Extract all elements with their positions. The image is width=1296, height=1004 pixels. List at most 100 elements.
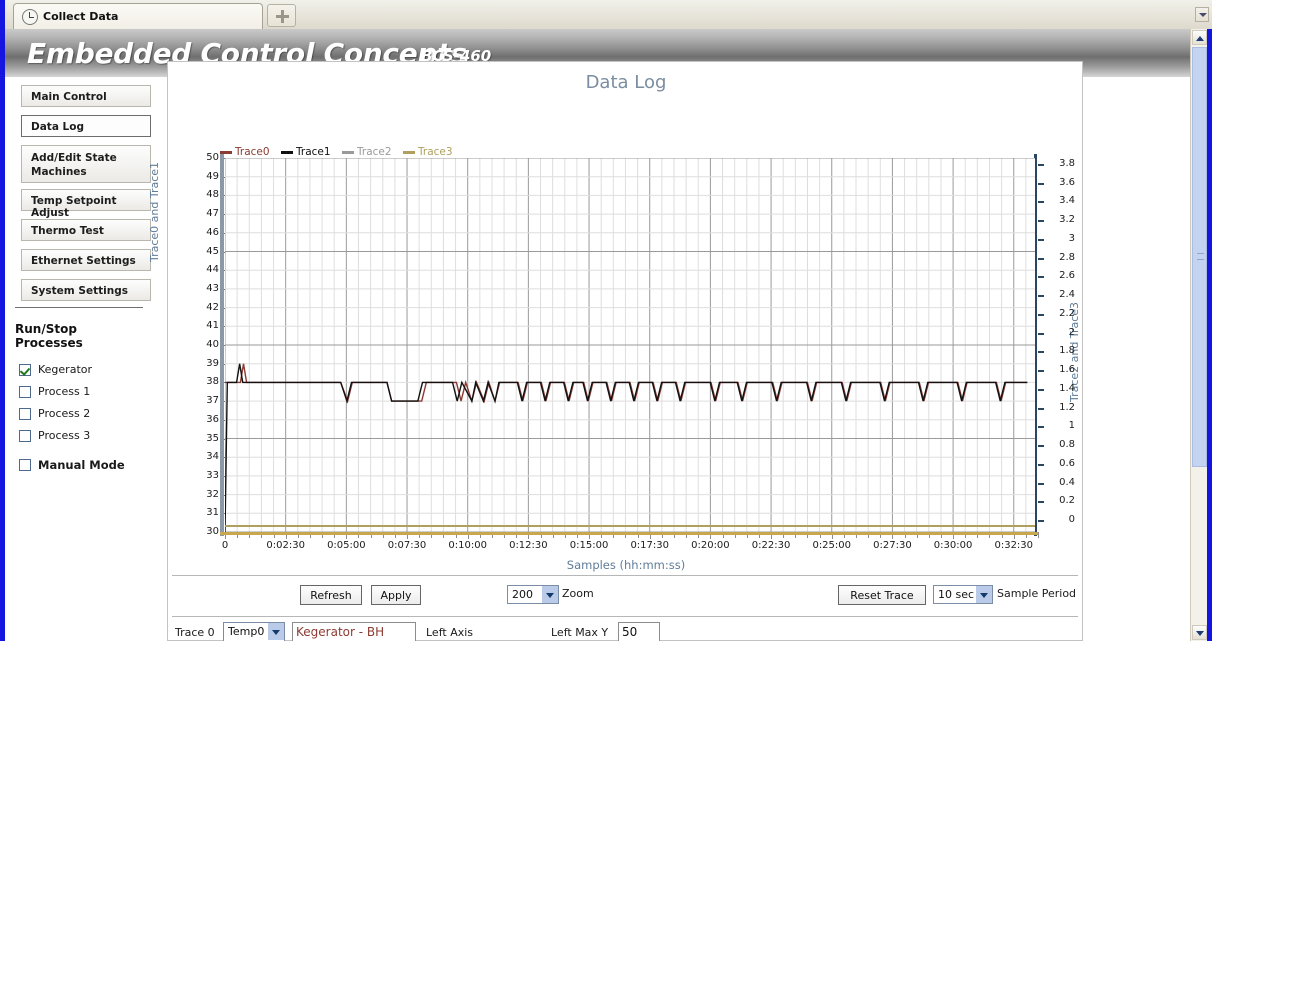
sidebar-item-label: Temp Setpoint Adjust (31, 195, 117, 219)
chevron-up-icon (1196, 36, 1204, 41)
chevron-down-icon[interactable] (976, 586, 992, 603)
sample-period-select[interactable]: 10 sec (933, 585, 993, 604)
sidebar-item-label: System Settings (31, 285, 128, 297)
checkbox-process-3[interactable] (19, 430, 31, 442)
checkbox-label: Process 3 (38, 429, 91, 442)
sidebar-item-temp-setpoint-adjust[interactable]: Temp Setpoint Adjust (21, 189, 151, 219)
left-axis-tick-label: 42 (206, 301, 219, 313)
checkbox-label: Process 2 (38, 407, 91, 420)
x-axis-tick-label: 0:32:30 (994, 540, 1034, 551)
tab-collect-data[interactable]: Collect Data (13, 3, 263, 29)
right-axis-tick (1038, 445, 1044, 448)
x-axis-tick-label: 0:27:30 (873, 540, 912, 551)
refresh-button[interactable]: Refresh (300, 585, 362, 605)
x-axis-tick-label: 0:07:30 (387, 540, 427, 551)
right-axis-tick (1038, 520, 1044, 522)
trace-0-name-input[interactable]: Kegerator - BH (292, 622, 416, 641)
x-axis-title: Samples (hh:mm:ss) (566, 558, 686, 572)
scroll-down-button[interactable] (1192, 625, 1207, 640)
left-axis-title: Trace0 and Trace1 (148, 161, 161, 262)
sample-period-value: 10 sec (938, 588, 975, 601)
legend-label: Trace3 (418, 146, 453, 158)
legend-item-trace1: Trace1 (281, 146, 331, 158)
sidebar-item-add-edit-state-machines[interactable]: Add/Edit State Machines (21, 145, 151, 183)
tab-title: Collect Data (43, 10, 119, 23)
trace-0-source-select[interactable]: Temp0 (223, 622, 285, 641)
legend-item-trace3: Trace3 (403, 146, 453, 158)
right-axis-tick (1038, 388, 1044, 391)
scrollbar-thumb[interactable] (1192, 47, 1207, 467)
zoom-select[interactable]: 200 (507, 585, 559, 604)
right-axis-tick (1038, 164, 1044, 166)
grip-icon (1197, 253, 1204, 260)
right-axis-tick (1038, 276, 1044, 279)
apply-button[interactable]: Apply (371, 585, 421, 605)
left-axis-tick-label: 38 (206, 376, 219, 388)
checkbox-label: Manual Mode (38, 458, 125, 472)
trace-0-axis-label: Left Axis (426, 626, 474, 639)
right-axis-tick-label: 2.4 (1059, 289, 1075, 301)
left-axis-tick-label: 43 (206, 282, 219, 294)
trace-0-source-value: Temp0 (228, 625, 265, 638)
right-axis-tick (1038, 426, 1044, 429)
vertical-scrollbar[interactable] (1190, 29, 1207, 641)
right-axis-tick-label: 2 (1068, 326, 1075, 338)
left-axis-tick-label: 40 (206, 339, 219, 350)
legend-label: Trace2 (357, 146, 392, 158)
trace-0-row-label: Trace 0 (175, 626, 215, 639)
checkbox-manual-mode[interactable] (19, 459, 31, 471)
right-axis-tick (1038, 295, 1044, 298)
main-panel: Data Log Trace0 Trace1 Trace2 Trace3 Trace0… (148, 61, 1083, 641)
right-axis-tick-label: 1.8 (1059, 345, 1075, 357)
sidebar-item-thermo-test[interactable]: Thermo Test (21, 219, 151, 241)
right-axis-tick-label: 0.4 (1059, 476, 1075, 488)
trace-config-rows: Trace 0 Temp0 Kegerator - BH Left Axis L… (172, 616, 1078, 641)
sidebar-item-data-log[interactable]: Data Log (21, 115, 151, 137)
right-axis-tick (1038, 463, 1044, 466)
sidebar-item-system-settings[interactable]: System Settings (21, 279, 151, 301)
right-axis-tick-label: 1 (1068, 420, 1075, 432)
sidebar: Main Control Data Log Add/Edit State Mac… (5, 77, 165, 641)
right-axis-tick (1038, 182, 1044, 185)
sidebar-item-main-control[interactable]: Main Control (21, 85, 151, 107)
legend-label: Trace0 (235, 146, 270, 158)
chevron-down-icon (1196, 631, 1204, 636)
sidebar-item-label: Ethernet Settings (31, 255, 136, 267)
chart-controls-row: Refresh Apply 200 Zoom Reset Trace 10 se… (172, 575, 1078, 616)
reset-trace-button[interactable]: Reset Trace (838, 585, 926, 605)
tab-strip: Collect Data (5, 0, 1212, 29)
left-axis-tick-label: 49 (206, 170, 219, 182)
clock-icon (22, 9, 38, 25)
sidebar-item-label: Data Log (31, 121, 84, 133)
right-axis-tick-label: 3.4 (1059, 195, 1075, 207)
x-axis-tick-label: 0:15:00 (569, 540, 609, 551)
sidebar-item-ethernet-settings[interactable]: Ethernet Settings (21, 249, 151, 271)
x-axis-tick-label: 0:30:00 (933, 540, 973, 551)
x-axis-line (220, 532, 1038, 535)
right-axis-tick-label: 1.6 (1059, 364, 1075, 376)
trace-0-limit-label: Left Max Y (551, 626, 609, 639)
chevron-down-icon[interactable] (542, 586, 558, 603)
right-axis-tick-label: 3.8 (1059, 158, 1075, 169)
checkbox-process-2[interactable] (19, 408, 31, 420)
series-trace1 (225, 363, 1028, 532)
checkbox-process-1[interactable] (19, 386, 31, 398)
right-axis-tick-label: 2.8 (1059, 251, 1075, 263)
left-max-y-input[interactable]: 50 (618, 622, 660, 641)
right-axis-tick (1038, 220, 1044, 223)
right-axis-tick-label: 2.2 (1059, 307, 1075, 319)
chevron-down-icon[interactable] (268, 623, 284, 640)
new-tab-button[interactable] (267, 4, 296, 27)
checkbox-kegerator[interactable] (19, 364, 31, 376)
sidebar-item-label: Thermo Test (31, 225, 104, 237)
left-axis-tick-label: 35 (206, 432, 219, 444)
scroll-up-button[interactable] (1192, 30, 1207, 45)
right-axis-tick-label: 3 (1068, 232, 1075, 244)
left-axis-tick-label: 31 (206, 507, 219, 519)
left-axis-tick-label: 46 (206, 226, 219, 238)
right-axis-tick-label: 0.6 (1059, 457, 1075, 469)
tab-list-dropdown-button[interactable] (1195, 7, 1209, 22)
right-axis-tick-label: 2.6 (1059, 270, 1075, 282)
sample-period-label: Sample Period (997, 587, 1077, 600)
zoom-select-value: 200 (512, 588, 533, 601)
